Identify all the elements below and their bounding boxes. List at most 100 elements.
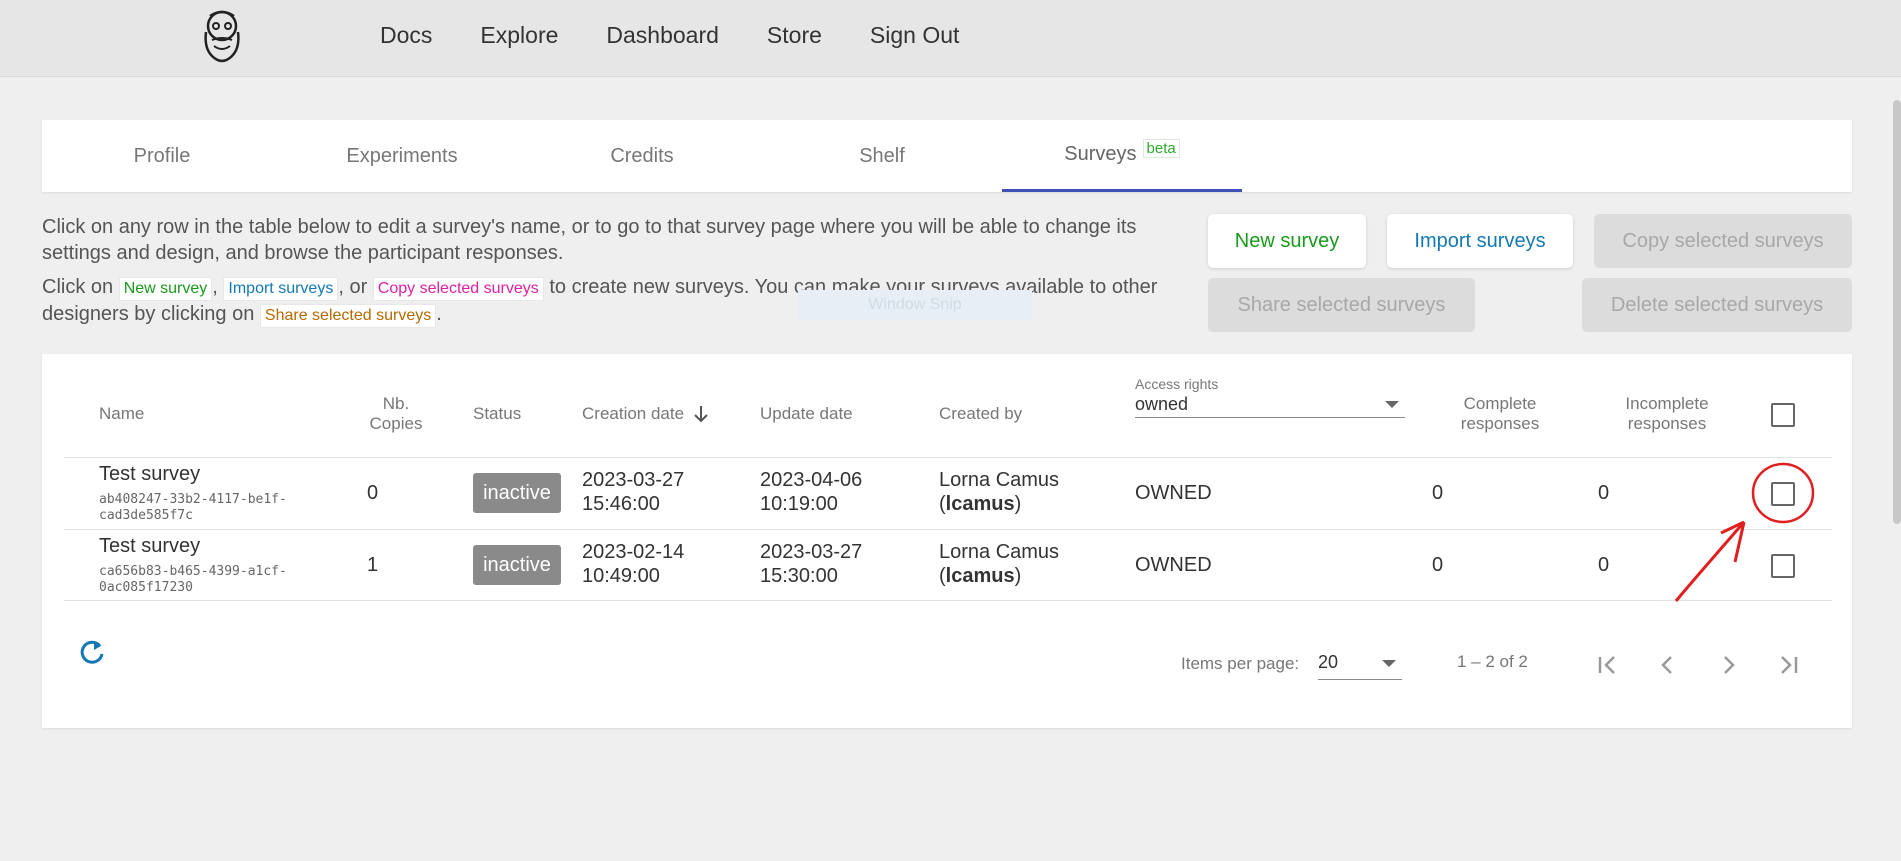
top-navbar: Docs Explore Dashboard Store Sign Out bbox=[0, 0, 1901, 77]
date-line: 2023-04-06 bbox=[760, 469, 863, 491]
date-line: 2023-03-27 bbox=[582, 469, 685, 491]
date-line: 2023-02-14 bbox=[582, 541, 685, 563]
main-nav: Docs Explore Dashboard Store Sign Out bbox=[380, 22, 1007, 49]
chip-share-selected: Share selected surveys bbox=[259, 304, 437, 328]
previous-page-button[interactable] bbox=[1648, 645, 1688, 685]
created-by: Lorna Camus (lcamus) bbox=[939, 540, 1059, 588]
intro-text-fragment: , or bbox=[338, 276, 368, 298]
intro-text-fragment: . bbox=[436, 303, 442, 325]
access-rights: OWNED bbox=[1135, 482, 1212, 504]
nav-dashboard[interactable]: Dashboard bbox=[606, 22, 719, 49]
survey-id-line: ca656b83-b465-4399-a1cf- bbox=[99, 564, 287, 579]
header-text: Complete bbox=[1463, 394, 1537, 413]
tab-surveys[interactable]: Surveys beta bbox=[1002, 120, 1242, 192]
refresh-icon[interactable] bbox=[78, 638, 106, 666]
creator-name: Lorna Camus bbox=[939, 469, 1060, 491]
header-name[interactable]: Name bbox=[99, 404, 144, 424]
divider bbox=[64, 457, 1832, 458]
nav-docs[interactable]: Docs bbox=[380, 22, 432, 49]
creator-username-text: lcamus bbox=[945, 493, 1015, 515]
survey-id-line: cad3de585f7c bbox=[99, 508, 193, 523]
items-per-page-select[interactable]: 20 bbox=[1318, 650, 1402, 680]
status-badge: inactive bbox=[473, 473, 561, 513]
nb-copies: 1 bbox=[367, 554, 379, 576]
tabs-bar: Profile Experiments Credits Shelf Survey… bbox=[42, 120, 1852, 192]
header-created-by[interactable]: Created by bbox=[939, 404, 1022, 424]
sort-arrow-down-icon bbox=[694, 406, 708, 423]
nav-sign-out[interactable]: Sign Out bbox=[870, 22, 960, 49]
header-status[interactable]: Status bbox=[473, 404, 521, 424]
incomplete-responses: 0 bbox=[1598, 482, 1610, 504]
complete-responses: 0 bbox=[1432, 482, 1444, 504]
header-text: Creation date bbox=[582, 404, 685, 423]
header-text: Copies bbox=[369, 414, 423, 433]
tab-label: Profile bbox=[133, 144, 191, 167]
import-surveys-button[interactable]: Import surveys bbox=[1387, 214, 1573, 268]
nb-copies: 0 bbox=[367, 482, 379, 504]
nav-explore[interactable]: Explore bbox=[480, 22, 558, 49]
tab-profile[interactable]: Profile bbox=[42, 120, 282, 192]
time-line: 10:49:00 bbox=[582, 565, 660, 587]
header-text: responses bbox=[1627, 414, 1707, 433]
intro-text-fragment: , bbox=[212, 276, 218, 298]
creation-date: 2023-02-14 10:49:00 bbox=[582, 540, 684, 588]
chevron-left-icon bbox=[1661, 656, 1672, 674]
copy-selected-surveys-button[interactable]: Copy selected surveys bbox=[1594, 214, 1852, 268]
select-all-checkbox[interactable] bbox=[1771, 403, 1795, 427]
tab-label: Experiments bbox=[346, 144, 458, 167]
header-nb-copies[interactable]: Nb. Copies bbox=[358, 394, 434, 434]
creation-date: 2023-03-27 15:46:00 bbox=[582, 468, 684, 516]
beta-badge: beta bbox=[1142, 139, 1180, 158]
access-rights-value: owned bbox=[1135, 394, 1189, 414]
surveys-table: Name Nb. Copies Status Creation date Upd… bbox=[42, 354, 1852, 728]
tab-label: Credits bbox=[610, 144, 674, 167]
tab-credits[interactable]: Credits bbox=[522, 120, 762, 192]
time-line: 15:46:00 bbox=[582, 493, 660, 515]
new-survey-button[interactable]: New survey bbox=[1208, 214, 1366, 268]
created-by: Lorna Camus (lcamus) bbox=[939, 468, 1059, 516]
row-checkbox[interactable] bbox=[1771, 554, 1795, 578]
first-page-button[interactable] bbox=[1588, 645, 1628, 685]
tab-experiments[interactable]: Experiments bbox=[282, 120, 522, 192]
header-text: Incomplete bbox=[1625, 394, 1709, 413]
access-rights-select[interactable]: Access rights owned bbox=[1135, 376, 1405, 418]
chip-new-survey: New survey bbox=[118, 277, 213, 301]
share-selected-surveys-button[interactable]: Share selected surveys bbox=[1208, 278, 1475, 332]
last-page-button[interactable] bbox=[1768, 645, 1808, 685]
creator-username: (lcamus) bbox=[939, 565, 1022, 587]
bearded-face-logo-icon[interactable] bbox=[198, 8, 246, 66]
nav-store[interactable]: Store bbox=[767, 22, 822, 49]
first-page-icon bbox=[1598, 656, 1615, 674]
time-line: 10:19:00 bbox=[760, 493, 838, 515]
header-text: Nb. bbox=[382, 394, 410, 413]
survey-id-line: ab408247-33b2-4117-be1f- bbox=[99, 492, 287, 507]
page-scrollbar[interactable] bbox=[1893, 100, 1901, 524]
creator-name: Lorna Camus bbox=[939, 541, 1060, 563]
date-line: 2023-03-27 bbox=[760, 541, 863, 563]
survey-id: ca656b83-b465-4399-a1cf- 0ac085f17230 bbox=[99, 564, 329, 596]
creator-username-text: lcamus bbox=[945, 565, 1015, 587]
next-page-button[interactable] bbox=[1708, 645, 1748, 685]
access-rights: OWNED bbox=[1135, 554, 1212, 576]
status-badge: inactive bbox=[473, 545, 561, 585]
chevron-right-icon bbox=[1724, 656, 1735, 674]
delete-selected-surveys-button[interactable]: Delete selected surveys bbox=[1582, 278, 1852, 332]
header-creation-date[interactable]: Creation date bbox=[582, 404, 710, 424]
row-checkbox[interactable] bbox=[1771, 482, 1795, 506]
time-line: 15:30:00 bbox=[760, 565, 838, 587]
chevron-down-icon bbox=[1382, 660, 1396, 667]
access-rights-label: Access rights bbox=[1135, 376, 1219, 392]
update-date: 2023-04-06 10:19:00 bbox=[760, 468, 862, 516]
header-incomplete-responses[interactable]: Incomplete responses bbox=[1607, 394, 1727, 434]
header-update-date[interactable]: Update date bbox=[760, 404, 853, 424]
header-complete-responses[interactable]: Complete responses bbox=[1440, 394, 1560, 434]
tab-label: Surveys bbox=[1064, 143, 1137, 165]
tab-label: Shelf bbox=[859, 144, 905, 167]
incomplete-responses: 0 bbox=[1598, 554, 1610, 576]
survey-id: ab408247-33b2-4117-be1f- cad3de585f7c bbox=[99, 492, 329, 524]
intro-paragraph-1: Click on any row in the table below to e… bbox=[42, 216, 1137, 264]
survey-id-line: 0ac085f17230 bbox=[99, 580, 193, 595]
last-page-icon bbox=[1781, 656, 1798, 674]
divider bbox=[64, 600, 1832, 601]
tab-shelf[interactable]: Shelf bbox=[762, 120, 1002, 192]
